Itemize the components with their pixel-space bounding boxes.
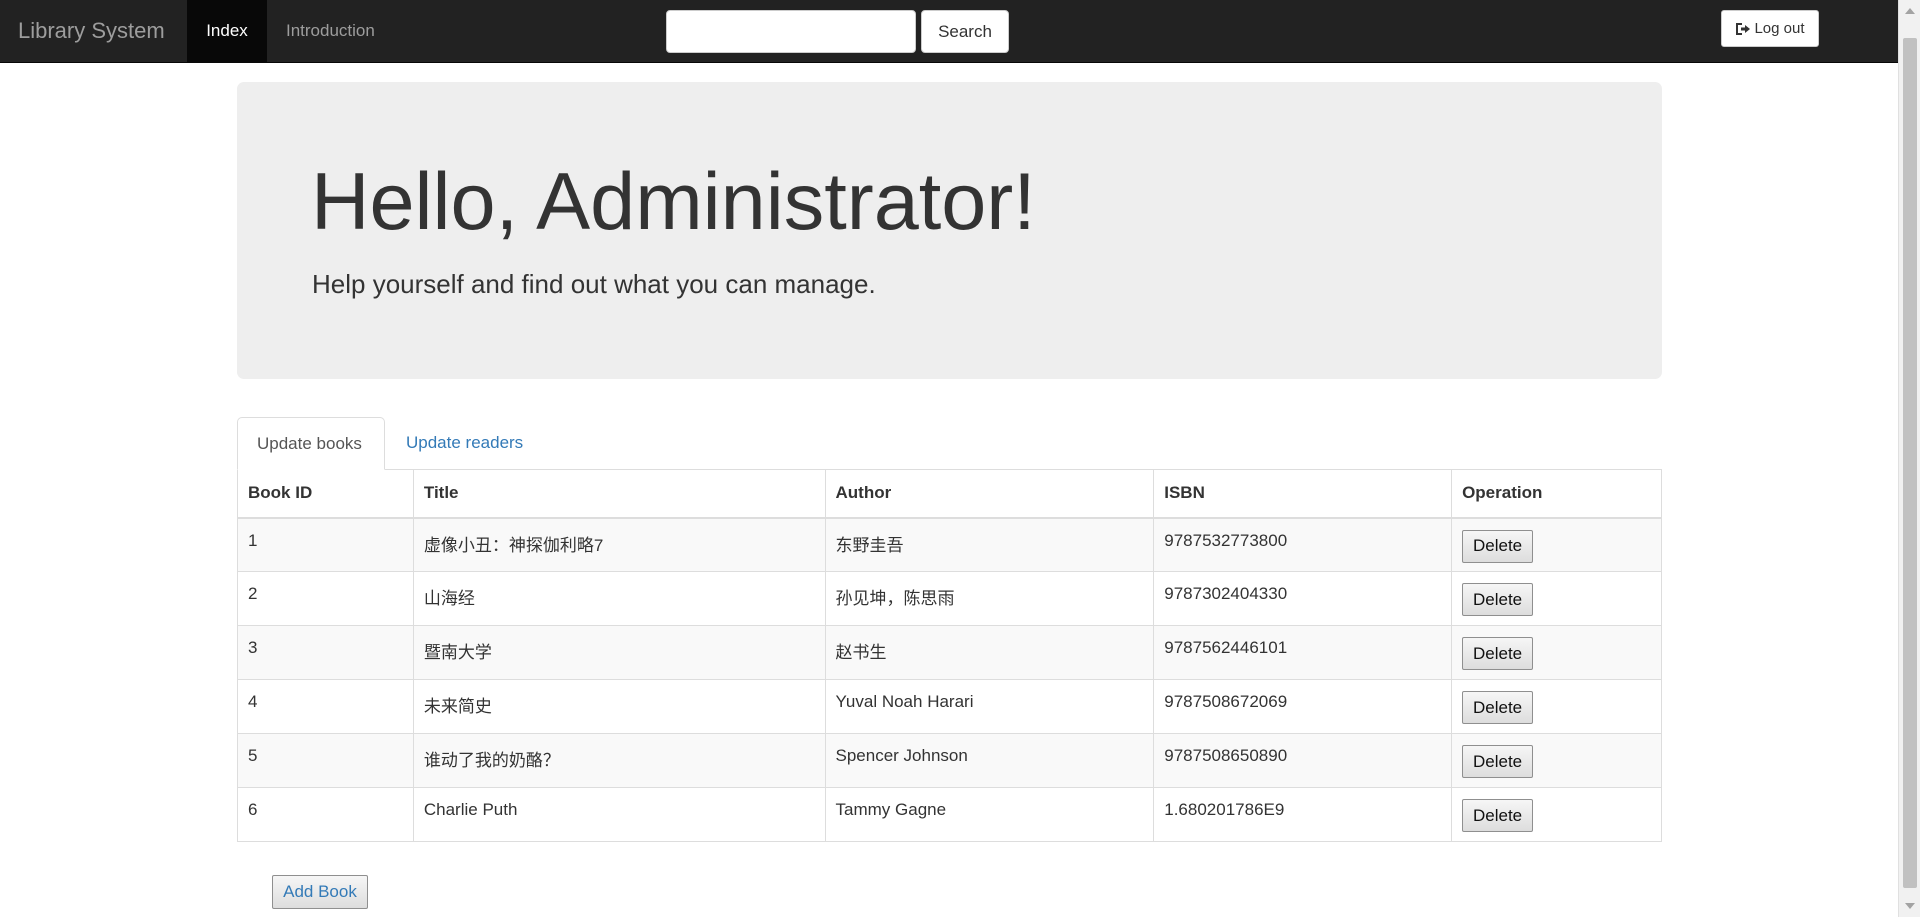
nav-item-index[interactable]: Index (187, 0, 267, 63)
nav-item-introduction[interactable]: Introduction (267, 0, 394, 63)
delete-button[interactable]: Delete (1462, 529, 1534, 563)
delete-button[interactable]: Delete (1462, 745, 1534, 778)
tab-bar: Update books Update readers (237, 417, 1662, 470)
delete-button[interactable]: Delete (1462, 691, 1534, 724)
cell-book-id: 1 (237, 517, 414, 572)
cell-book-id: 2 (237, 571, 414, 626)
cell-title: 虚像小丑：神探伽利略7 (412, 517, 826, 572)
table-row: 4 未来简史 Yuval Noah Harari 9787508672069 D… (237, 679, 1662, 734)
cell-operation: Delete (1451, 625, 1662, 680)
cell-isbn: 9787508650890 (1153, 733, 1453, 788)
vertical-scrollbar[interactable] (1898, 0, 1920, 917)
cell-author: Spencer Johnson (824, 733, 1155, 788)
cell-isbn: 9787302404330 (1153, 571, 1453, 626)
books-table: Book ID Title Author ISBN Operation 1 虚像… (237, 469, 1662, 842)
cell-isbn: 9787532773800 (1153, 517, 1453, 572)
cell-author: 东野圭吾 (824, 517, 1155, 572)
scroll-down-arrow-icon[interactable] (1905, 903, 1915, 909)
cell-title: 谁动了我的奶酪？ (412, 733, 826, 788)
cell-isbn: 1.680201786E9 (1153, 787, 1453, 842)
cell-title: 山海经 (412, 571, 826, 626)
tab-update-readers[interactable]: Update readers (387, 417, 542, 470)
cell-book-id: 6 (237, 787, 414, 842)
top-navbar: Library System Index Introduction Search… (0, 0, 1898, 63)
page: Library System Index Introduction Search… (0, 0, 1920, 917)
cell-isbn: 9787508672069 (1153, 679, 1453, 734)
header-isbn: ISBN (1153, 469, 1453, 519)
add-book-button[interactable]: Add Book (272, 875, 368, 909)
table-header-row: Book ID Title Author ISBN Operation (237, 469, 1662, 519)
cell-operation: Delete (1451, 733, 1662, 788)
delete-button[interactable]: Delete (1462, 799, 1534, 832)
cell-title: 未来简史 (412, 679, 826, 734)
search-button[interactable]: Search (921, 10, 1009, 53)
page-subtitle: Help yourself and find out what you can … (312, 269, 876, 299)
cell-author: 孙见坤，陈思雨 (824, 571, 1155, 626)
cell-operation: Delete (1451, 679, 1662, 734)
cell-book-id: 3 (237, 625, 414, 680)
logout-button[interactable]: Log out (1721, 10, 1819, 47)
cell-author: Yuval Noah Harari (824, 679, 1155, 734)
table-row: 3 暨南大学 赵书生 9787562446101 Delete (237, 625, 1662, 680)
table-row: 5 谁动了我的奶酪？ Spencer Johnson 9787508650890… (237, 733, 1662, 788)
cell-operation: Delete (1451, 787, 1662, 842)
table-row: 2 山海经 孙见坤，陈思雨 9787302404330 Delete (237, 571, 1662, 626)
search-input[interactable] (666, 10, 916, 53)
header-book-id: Book ID (237, 469, 414, 519)
delete-button[interactable]: Delete (1462, 637, 1534, 670)
cell-title: Charlie Puth (412, 787, 826, 842)
delete-button[interactable]: Delete (1462, 583, 1534, 616)
page-title: Hello, Administrator! (311, 157, 1036, 247)
cell-isbn: 9787562446101 (1153, 625, 1453, 680)
cell-author: 赵书生 (824, 625, 1155, 680)
log-out-icon (1735, 22, 1751, 36)
cell-book-id: 5 (237, 733, 414, 788)
cell-operation: Delete (1451, 517, 1662, 572)
header-author: Author (824, 469, 1155, 519)
cell-book-id: 4 (237, 679, 414, 734)
cell-author: Tammy Gagne (824, 787, 1155, 842)
table-row: 6 Charlie Puth Tammy Gagne 1.680201786E9… (237, 787, 1662, 842)
scroll-up-arrow-icon[interactable] (1905, 8, 1915, 14)
welcome-jumbotron: Hello, Administrator! Help yourself and … (237, 82, 1662, 379)
tab-update-books[interactable]: Update books (237, 417, 385, 470)
logout-label: Log out (1754, 20, 1805, 37)
brand-link[interactable]: Library System (18, 0, 165, 63)
cell-operation: Delete (1451, 571, 1662, 626)
header-title: Title (412, 469, 826, 519)
scrollbar-thumb[interactable] (1903, 38, 1917, 888)
table-row: 1 虚像小丑：神探伽利略7 东野圭吾 9787532773800 Delete (237, 517, 1662, 572)
header-operation: Operation (1451, 469, 1662, 519)
cell-title: 暨南大学 (412, 625, 826, 680)
